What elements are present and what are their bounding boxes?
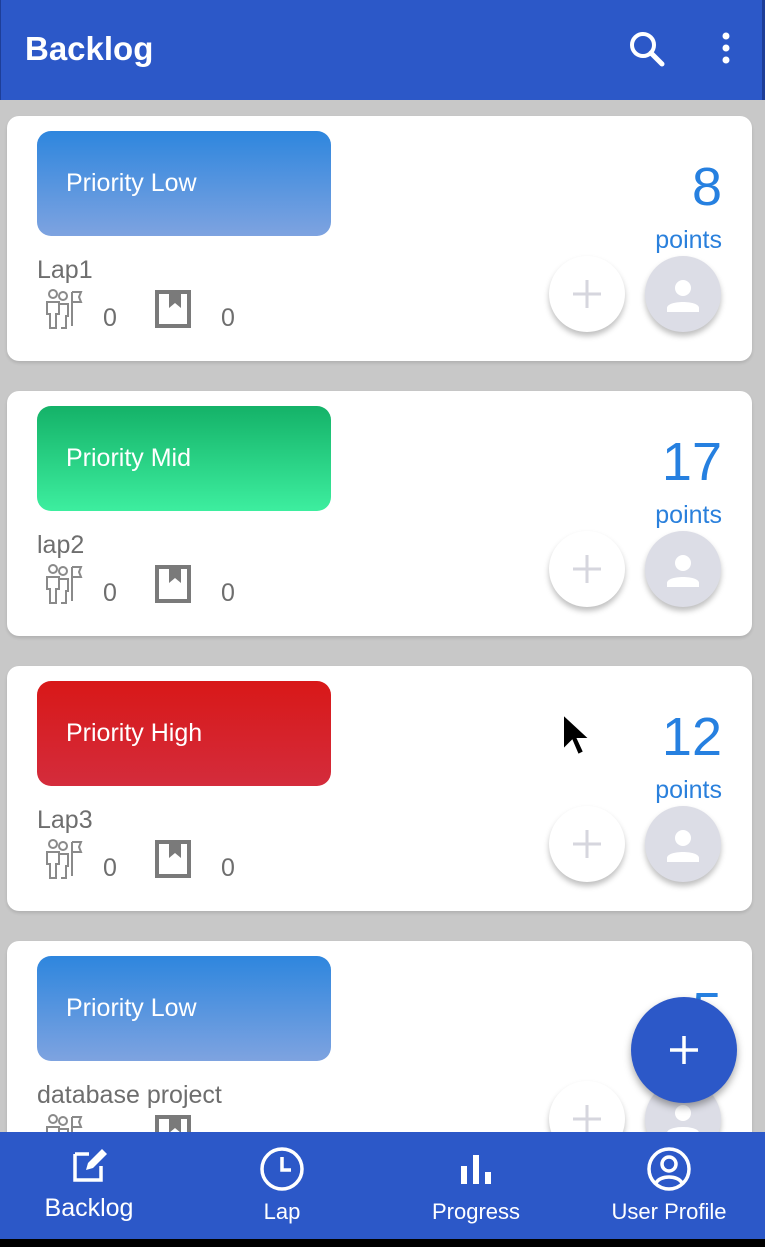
backlog-card[interactable]: Priority Low 8 points Lap1 0 0 (7, 116, 752, 361)
item-name: Lap1 (37, 256, 93, 284)
priority-badge[interactable]: Priority Low (37, 131, 331, 236)
nav-progress[interactable]: Progress (382, 1132, 570, 1239)
add-icon (670, 1036, 698, 1064)
nav-label: Lap (263, 1199, 301, 1224)
assignee-avatar[interactable] (645, 531, 721, 607)
clock-icon (260, 1147, 304, 1191)
add-button[interactable] (549, 256, 625, 332)
add-button[interactable] (549, 1081, 625, 1132)
stat-value: 0 (103, 304, 117, 332)
people-flag-icon (45, 838, 83, 885)
add-backlog-fab[interactable] (631, 997, 737, 1103)
stat-value: 0 (221, 304, 235, 332)
backlog-list: Priority Low 8 points Lap1 0 0 Priority … (0, 100, 765, 1132)
stat-value: 0 (221, 854, 235, 882)
bookmark-icon (155, 838, 193, 885)
bar-chart-icon (461, 1155, 491, 1184)
points-label: points (655, 501, 722, 529)
account-circle-icon (647, 1147, 691, 1191)
assignee-avatar[interactable] (645, 256, 721, 332)
backlog-card[interactable]: Priority High 12 points Lap3 0 0 (7, 666, 752, 911)
points-label: points (655, 776, 722, 804)
nav-user-profile[interactable]: User Profile (575, 1132, 763, 1239)
priority-badge[interactable]: Priority Low (37, 956, 331, 1061)
points-label: points (655, 226, 722, 254)
stat-value: 0 (221, 579, 235, 607)
item-name: lap2 (37, 531, 85, 559)
item-name: database project (37, 1081, 222, 1109)
nav-lap[interactable]: Lap (188, 1132, 376, 1239)
stat-value: 0 (103, 579, 117, 607)
stat-value: 0 (103, 854, 117, 882)
people-flag-icon (45, 1113, 83, 1132)
bookmark-icon (155, 563, 193, 610)
points-value: 8 (691, 157, 722, 217)
priority-badge[interactable]: Priority Mid (37, 406, 331, 511)
app-screen: Backlog Priority Low 8 points Lap1 0 0 P… (0, 0, 765, 1239)
backlog-card[interactable]: Priority Mid 17 points lap2 0 0 (7, 391, 752, 636)
people-flag-icon (45, 563, 83, 610)
app-bar: Backlog (0, 0, 765, 100)
assignee-avatar[interactable] (645, 806, 721, 882)
points-value: 17 (661, 432, 722, 492)
priority-badge[interactable]: Priority High (37, 681, 331, 786)
nav-backlog[interactable]: Backlog (0, 1132, 178, 1239)
people-flag-icon (45, 288, 83, 335)
page-title: Backlog (25, 30, 154, 67)
add-button[interactable] (549, 806, 625, 882)
edit-icon (73, 1149, 107, 1182)
nav-label: User Profile (611, 1199, 727, 1224)
search-icon[interactable] (627, 30, 667, 70)
bottom-navigation: Backlog Lap Progress User Profile (0, 1132, 765, 1239)
cursor-icon (562, 712, 591, 757)
item-name: Lap3 (37, 806, 93, 834)
nav-label: Backlog (44, 1194, 134, 1222)
add-button[interactable] (549, 531, 625, 607)
bookmark-icon (155, 1113, 193, 1132)
nav-label: Progress (431, 1199, 521, 1224)
bookmark-icon (155, 288, 193, 335)
more-vert-icon[interactable] (706, 30, 746, 70)
points-value: 12 (661, 707, 722, 767)
